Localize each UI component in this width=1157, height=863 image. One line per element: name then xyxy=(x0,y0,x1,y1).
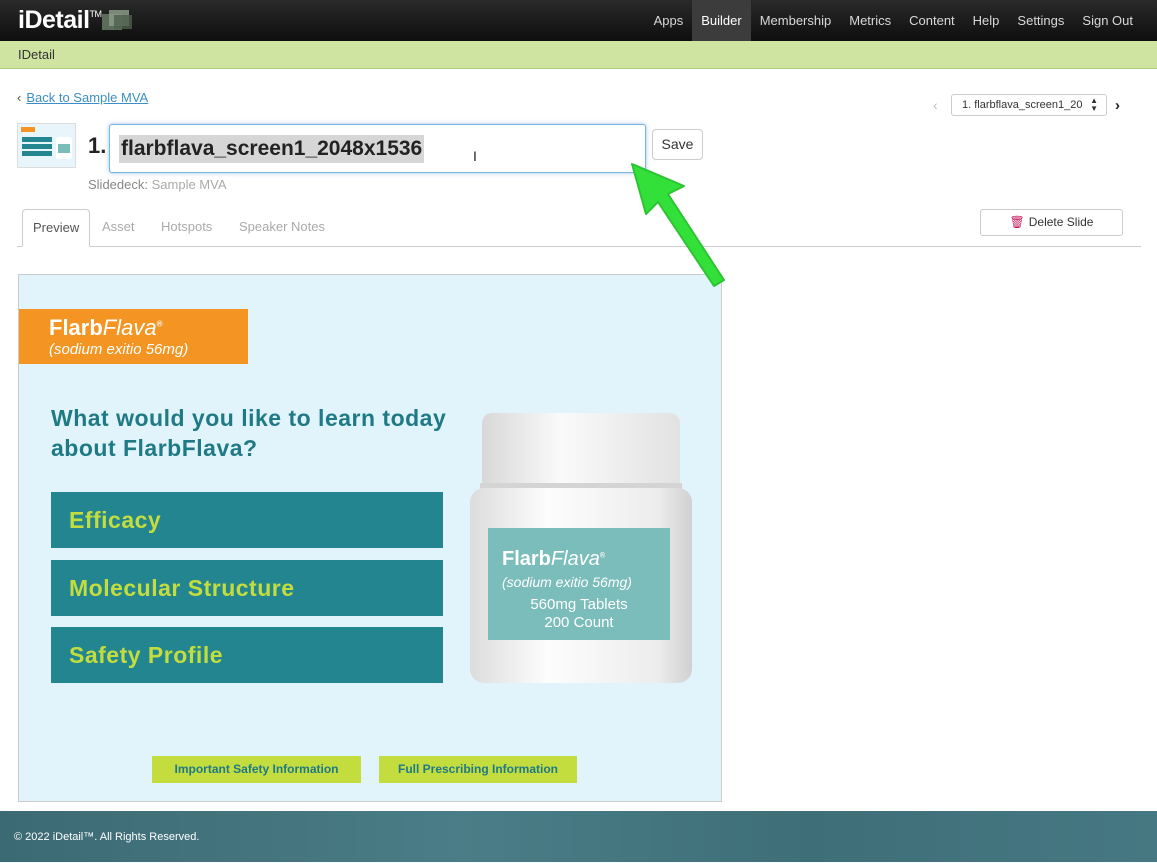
tab-asset[interactable]: Asset xyxy=(92,209,145,247)
option-safety-profile[interactable]: Safety Profile xyxy=(51,627,443,683)
product-subtitle: (sodium exitio 56mg) xyxy=(49,341,189,358)
bottle-label: FlarbFlava® (sodium exitio 56mg) 560mg T… xyxy=(488,528,670,640)
next-slide-icon[interactable]: › xyxy=(1115,97,1120,114)
nav-item-sign-out[interactable]: Sign Out xyxy=(1073,0,1157,41)
annotation-arrow-icon xyxy=(631,163,725,287)
nav-menu: Apps Builder Membership Metrics Content … xyxy=(645,0,1157,41)
breadcrumb-bar: IDetail xyxy=(0,41,1157,69)
select-arrows-icon: ▲ ▼ xyxy=(1090,96,1098,113)
option-efficacy[interactable]: Efficacy xyxy=(51,492,443,548)
option-molecular-structure[interactable]: Molecular Structure xyxy=(51,560,443,616)
slide-pager: ‹ 1. flarbflava_screen1_20 ▲ ▼ › xyxy=(933,94,1120,116)
full-prescribing-info-button[interactable]: Full Prescribing Information xyxy=(379,756,577,783)
nav-item-membership[interactable]: Membership xyxy=(751,0,841,41)
delete-slide-button[interactable]: 🗑 Delete Slide xyxy=(980,209,1123,236)
slide-number: 1. xyxy=(88,133,107,158)
copyright-text: © 2022 iDetail™. All Rights Reserved. xyxy=(14,831,200,843)
breadcrumb: IDetail xyxy=(18,47,55,62)
trash-icon: 🗑 xyxy=(1009,215,1025,229)
important-safety-info-button[interactable]: Important Safety Information xyxy=(152,756,361,783)
brand-logo-text[interactable]: iDetailTM xyxy=(18,6,102,35)
text-cursor-icon: I xyxy=(473,148,477,164)
tab-preview[interactable]: Preview xyxy=(22,209,91,247)
product-brand-box: FlarbFlava® (sodium exitio 56mg) xyxy=(19,309,248,364)
tab-speaker-notes[interactable]: Speaker Notes xyxy=(229,209,335,247)
top-navbar: iDetailTM Apps Builder Membership Metric… xyxy=(0,0,1157,41)
slide-select[interactable]: 1. flarbflava_screen1_20 ▲ ▼ xyxy=(951,94,1107,116)
slide-question: What would you like to learn today about… xyxy=(51,405,447,461)
nav-item-help[interactable]: Help xyxy=(964,0,1009,41)
prev-slide-icon[interactable]: ‹ xyxy=(933,97,951,113)
product-name: FlarbFlava® xyxy=(49,315,163,340)
nav-item-apps[interactable]: Apps xyxy=(645,0,693,41)
nav-item-builder[interactable]: Builder xyxy=(692,0,751,41)
chevron-left-icon: ‹ xyxy=(17,90,22,105)
nav-item-settings[interactable]: Settings xyxy=(1008,0,1073,41)
slide-thumbnail xyxy=(17,123,76,168)
slide-preview: FlarbFlava® (sodium exitio 56mg) What wo… xyxy=(18,274,722,802)
page-footer: © 2022 iDetail™. All Rights Reserved. xyxy=(0,811,1157,862)
back-link[interactable]: ‹ Back to Sample MVA xyxy=(17,90,148,105)
brand-logo-icon xyxy=(102,10,134,32)
slide-title-value[interactable]: flarbflava_screen1_2048x1536 xyxy=(119,135,425,163)
slide-title-input[interactable]: flarbflava_screen1_2048x1536 I xyxy=(109,124,646,173)
product-bottle-image: FlarbFlava® (sodium exitio 56mg) 560mg T… xyxy=(470,413,692,688)
nav-item-content[interactable]: Content xyxy=(900,0,964,41)
tab-hotspots[interactable]: Hotspots xyxy=(151,209,222,247)
slidedeck-info: Slidedeck: Sample MVA xyxy=(88,177,227,192)
nav-item-metrics[interactable]: Metrics xyxy=(840,0,900,41)
